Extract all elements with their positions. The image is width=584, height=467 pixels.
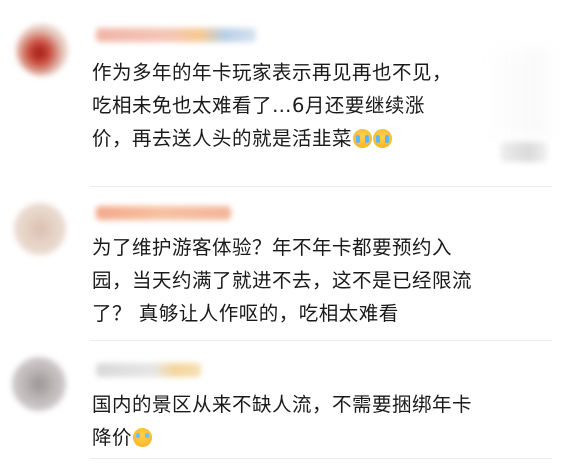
comment-line: 国内的景区从来不缺人流，不需要捆绑年卡 [92, 393, 473, 416]
comment-line-last: 降价 [92, 421, 542, 454]
laugh-cry-face-icon [133, 428, 153, 447]
comment-line-text: 降价 [92, 426, 133, 449]
comment-text: 作为多年的年卡玩家表示再见再也不见， 吃相未免也太难看了…6月还要继续涨 价，再… [92, 56, 542, 155]
divider [90, 340, 552, 341]
avatar[interactable] [14, 203, 66, 255]
username-blurred[interactable] [96, 206, 231, 220]
comment-line-last: 价，再去送人头的就是活韭菜 [92, 122, 542, 155]
crying-face-icon [373, 129, 393, 148]
comment-text: 为了维护游客体验？年不年卡都要预约入 园，当天约满了就进不去，这不是已经限流 了… [92, 231, 542, 330]
comment-text: 国内的景区从来不缺人流，不需要捆绑年卡 降价 [92, 388, 542, 454]
comment-line: 作为多年的年卡玩家表示再见再也不见， [92, 61, 453, 84]
avatar[interactable] [16, 24, 68, 76]
comment-line: 园，当天约满了就进不去，这不是已经限流 [92, 269, 473, 292]
divider [90, 186, 552, 187]
comment-line: 为了维护游客体验？年不年卡都要预约入 [92, 236, 453, 259]
comment-line: 了？ 真够让人作呕的，吃相太难看 [92, 302, 399, 325]
username-blurred[interactable] [96, 28, 256, 42]
username-blurred[interactable] [96, 363, 201, 377]
comment-line: 吃相未免也太难看了…6月还要继续涨 [92, 94, 425, 117]
like-count-blurred[interactable] [500, 142, 548, 162]
avatar[interactable] [12, 357, 66, 411]
comment-line-text: 价，再去送人头的就是活韭菜 [92, 127, 353, 150]
crying-face-icon [353, 129, 373, 148]
divider [90, 458, 552, 459]
